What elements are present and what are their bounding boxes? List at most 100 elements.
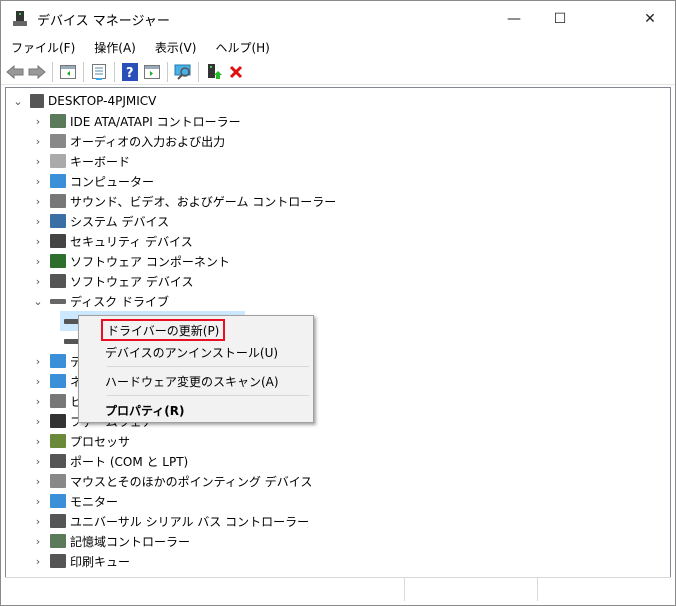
tree-item-label: ポート (COM と LPT) (70, 454, 189, 469)
chevron-right-icon[interactable]: › (30, 215, 46, 228)
menu-file[interactable]: ファイル(F) (1, 39, 84, 56)
help-icon[interactable]: ? (120, 62, 140, 82)
device-category-icon (50, 298, 66, 304)
menu-help[interactable]: ヘルプ(H) (205, 39, 278, 56)
device-category-icon (50, 134, 66, 148)
show-hide-console-tree-icon[interactable] (58, 62, 78, 82)
action-pane-icon[interactable] (142, 62, 162, 82)
chevron-right-icon[interactable]: › (30, 435, 46, 448)
tree-item-label: プロセッサ (70, 434, 131, 449)
tree-category[interactable]: › システム デバイス (30, 211, 169, 231)
device-category-icon (50, 214, 66, 228)
toolbar: ? (1, 59, 675, 85)
chevron-right-icon[interactable]: › (30, 275, 46, 288)
chevron-right-icon[interactable]: › (30, 495, 46, 508)
toolbar-separator (114, 61, 115, 82)
chevron-right-icon[interactable]: › (30, 115, 46, 128)
chevron-right-icon[interactable]: › (30, 535, 46, 548)
tree-category[interactable]: › コンピューター (30, 171, 154, 191)
tree-category[interactable]: › プロセッサ (30, 431, 130, 451)
menu-item-scan-hardware[interactable]: ハードウェア変更のスキャン(A) (105, 371, 279, 391)
menu-view[interactable]: 表示(V) (145, 39, 206, 56)
tree-category[interactable]: › セキュリティ デバイス (30, 231, 193, 251)
tree-item-label: ソフトウェア デバイス (70, 274, 194, 289)
toolbar-separator (167, 61, 168, 82)
menu-action[interactable]: 操作(A) (84, 39, 145, 56)
device-category-icon (50, 494, 66, 508)
tree-item-label: ソフトウェア コンポーネント (70, 254, 230, 269)
chevron-right-icon[interactable]: › (30, 475, 46, 488)
tree-category[interactable]: › 印刷キュー (30, 551, 130, 571)
device-category-icon (50, 174, 66, 188)
tree-category[interactable]: › モニター (30, 491, 118, 511)
device-manager-icon (13, 11, 27, 27)
tree-category[interactable]: ⌄ ディスク ドライブ (30, 291, 169, 311)
tree-item-label: IDE ATA/ATAPI コントローラー (70, 114, 241, 129)
menu-item-update-driver[interactable]: ドライバーの更新(P) (101, 319, 226, 341)
toolbar-separator (52, 61, 53, 82)
chevron-right-icon[interactable]: › (30, 455, 46, 468)
chevron-down-icon[interactable]: ⌄ (30, 295, 46, 308)
menu-separator (107, 395, 309, 396)
scan-hardware-icon[interactable] (173, 62, 193, 82)
device-category-icon (50, 194, 66, 208)
chevron-right-icon[interactable]: › (30, 515, 46, 528)
svg-text:?: ? (126, 66, 134, 81)
tree-category[interactable]: › キーボード (30, 151, 130, 171)
chevron-right-icon[interactable]: › (30, 175, 46, 188)
device-category-icon (50, 374, 66, 388)
tree-category[interactable]: › マウスとそのほかのポインティング デバイス (30, 471, 312, 491)
tree-item-label: オーディオの入力および出力 (70, 134, 226, 149)
uninstall-icon[interactable] (226, 62, 246, 82)
tree-category[interactable]: › ユニバーサル シリアル バス コントローラー (30, 511, 309, 531)
tree-category[interactable]: › ポート (COM と LPT) (30, 451, 188, 471)
chevron-right-icon[interactable]: › (30, 555, 46, 568)
maximize-button[interactable]: ☐ (537, 1, 583, 37)
tree-item-label: マウスとそのほかのポインティング デバイス (70, 474, 313, 489)
tree-item-label: 印刷キュー (70, 554, 131, 569)
tree-item-label: サウンド、ビデオ、およびゲーム コントローラー (70, 194, 337, 209)
device-category-icon (50, 154, 66, 168)
tree-item-label: 記憶域コントローラー (70, 534, 191, 549)
menu-item-properties[interactable]: プロパティ(R) (105, 400, 185, 420)
forward-icon[interactable] (27, 62, 47, 82)
chevron-right-icon[interactable]: › (30, 235, 46, 248)
chevron-right-icon[interactable]: › (30, 255, 46, 268)
tree-item-label: コンピューター (70, 174, 155, 189)
device-category-icon (50, 354, 66, 368)
device-category-icon (50, 474, 66, 488)
update-driver-icon[interactable] (204, 62, 224, 82)
menu-bar: ファイル(F) 操作(A) 表示(V) ヘルプ(H) (1, 37, 675, 58)
tree-category[interactable]: › IDE ATA/ATAPI コントローラー (30, 111, 241, 131)
device-category-icon (50, 274, 66, 288)
tree-category[interactable]: › 記憶域コントローラー (30, 531, 190, 551)
chevron-right-icon[interactable]: › (30, 415, 46, 428)
menu-item-uninstall-device[interactable]: デバイスのアンインストール(U) (105, 342, 278, 362)
minimize-button[interactable]: — (491, 1, 537, 37)
chevron-right-icon[interactable]: › (30, 155, 46, 168)
context-menu: ドライバーの更新(P) デバイスのアンインストール(U) ハードウェア変更のスキ… (78, 315, 314, 423)
device-category-icon (50, 414, 66, 428)
chevron-right-icon[interactable]: › (30, 195, 46, 208)
tree-category[interactable]: › オーディオの入力および出力 (30, 131, 225, 151)
menu-separator (107, 366, 309, 367)
toolbar-separator (83, 61, 84, 82)
back-icon[interactable] (5, 62, 25, 82)
status-bar (5, 577, 671, 601)
chevron-right-icon[interactable]: › (30, 355, 46, 368)
chevron-right-icon[interactable]: › (30, 375, 46, 388)
title-bar: デバイス マネージャー — ☐ ✕ (1, 1, 675, 37)
device-category-icon (50, 534, 66, 548)
tree-category[interactable]: › ソフトウェア デバイス (30, 271, 193, 291)
device-category-icon (50, 254, 66, 268)
tree-category[interactable]: › ソフトウェア コンポーネント (30, 251, 230, 271)
tree-category[interactable]: › サウンド、ビデオ、およびゲーム コントローラー (30, 191, 336, 211)
close-button[interactable]: ✕ (627, 1, 673, 37)
tree-root[interactable]: ⌄ DESKTOP-4PJMICV (10, 91, 156, 111)
device-category-icon (50, 454, 66, 468)
tree-item-label: セキュリティ デバイス (70, 234, 193, 249)
chevron-right-icon[interactable]: › (30, 135, 46, 148)
chevron-right-icon[interactable]: › (30, 395, 46, 408)
chevron-down-icon[interactable]: ⌄ (10, 95, 26, 108)
properties-icon[interactable] (89, 62, 109, 82)
